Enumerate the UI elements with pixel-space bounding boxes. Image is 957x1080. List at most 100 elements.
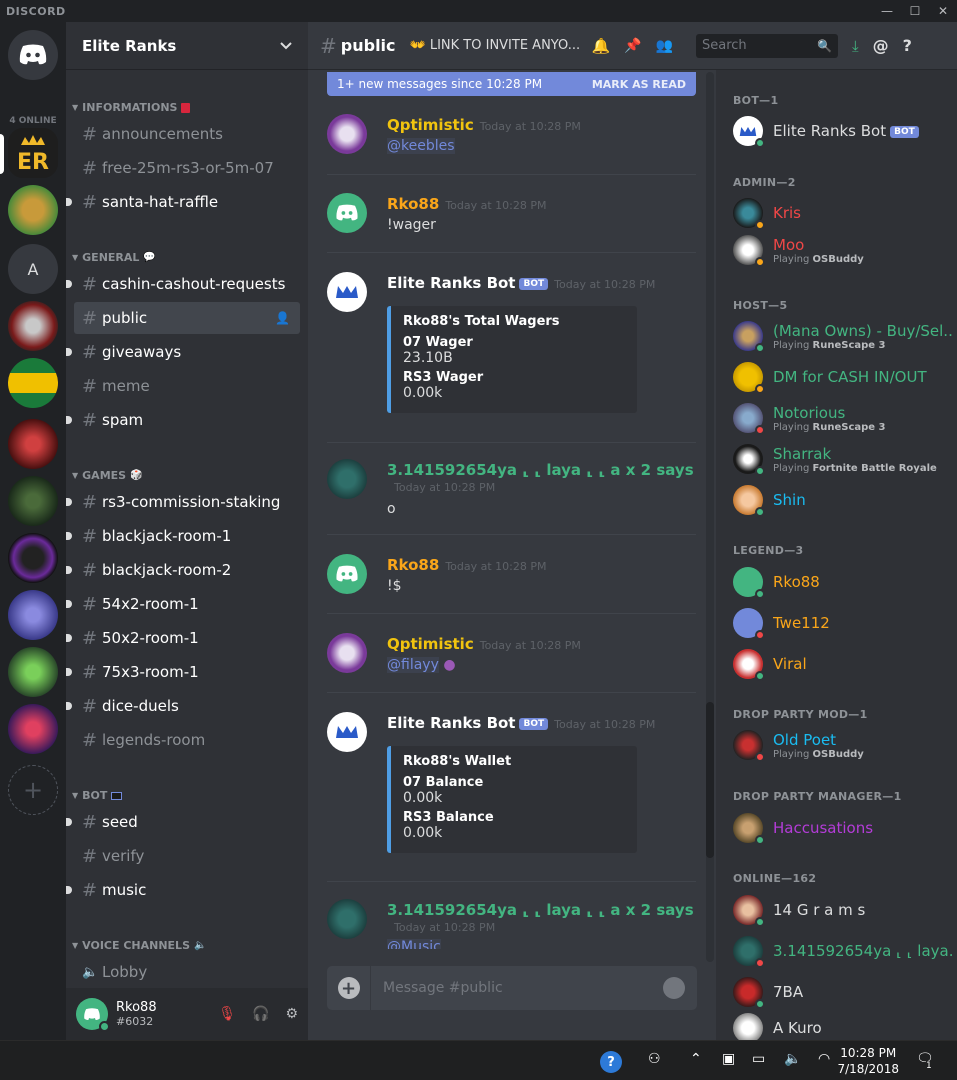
message-author[interactable]: Elite Ranks Bot BOT Today at 10:28 PM [387,714,655,732]
category-bot[interactable]: ▼ BOT [72,789,123,802]
member-pi[interactable]: 3.141592654ya ⸤ ⸤ laya... [733,933,953,969]
volume-icon[interactable]: 🔈 [784,1051,801,1067]
avatar[interactable] [327,114,367,154]
channel-meme[interactable]: # meme [74,370,300,402]
channel-spam[interactable]: # spam [66,404,300,436]
member-elite-ranks-bot[interactable]: Elite Ranks Bot BOT [733,113,953,149]
pin-icon[interactable]: 📌 [624,38,641,54]
voice-channel-lobby[interactable]: 🔈 Lobby [74,956,300,988]
server-wdr[interactable] [8,647,58,697]
people-icon[interactable]: ⚇ [648,1051,661,1067]
message-composer[interactable]: + Message #public [327,966,697,1010]
message-author[interactable]: Rko88 Today at 10:28 PM [387,195,547,213]
invite-icon[interactable]: 👤 [275,311,290,325]
member-sharrak[interactable]: Sharrak Playing Fortnite Battle Royale [733,441,953,477]
message-author[interactable]: 3.141592654ya ⸤ ⸤ laya ⸤ ⸤ a x 2 says [387,901,694,919]
member-shin[interactable]: Shin [733,482,953,518]
avatar[interactable] [327,459,367,499]
member-twe112[interactable]: Twe112 [733,605,953,641]
server-aus-unity[interactable] [8,358,58,408]
battery-icon[interactable]: ▭ [752,1051,765,1067]
server-elite-ranks[interactable]: ER [8,128,58,178]
minimize-button[interactable]: — [873,0,901,22]
channel-54x2[interactable]: #54x2-room-1 [66,588,300,620]
message-author[interactable]: Elite Ranks Bot BOT Today at 10:28 PM [387,274,655,292]
server-header[interactable]: Elite Ranks [66,22,308,70]
settings-gear-icon[interactable]: ⚙ [285,1006,298,1022]
member-a-kuro[interactable]: A Kuro [733,1010,953,1040]
emoji-button[interactable] [663,977,685,999]
server-map[interactable] [8,476,58,526]
avatar[interactable] [327,554,367,594]
channel-topic[interactable]: 👐 LINK TO INVITE ANYO... [410,38,580,53]
channel-75x3[interactable]: #75x3-room-1 [66,656,300,688]
channel-cashin-cashout[interactable]: # cashin-cashout-requests [66,268,300,300]
download-icon[interactable]: ⤓ [852,37,859,55]
avatar[interactable] [327,899,367,939]
avatar[interactable] [327,272,367,312]
members-icon[interactable]: 👥 [656,38,673,54]
message-author[interactable]: Qptimistic Today at 10:28 PM [387,116,581,134]
channel-blackjack-1[interactable]: # blackjack-room-1 [66,520,300,552]
channel-santa-hat-raffle[interactable]: # santa-hat-raffle [66,186,300,218]
chevron-up-icon[interactable]: ⌃ [690,1051,702,1067]
avatar[interactable] [327,712,367,752]
category-general[interactable]: ▼ GENERAL 💬 [72,251,156,264]
system-clock[interactable]: 10:28 PM 7/18/2018 [837,1045,899,1077]
channel-giveaways[interactable]: # giveaways [66,336,300,368]
avatar[interactable] [327,633,367,673]
search-input[interactable]: Search 🔍 [696,33,838,58]
channel-blackjack-2[interactable]: # blackjack-room-2 [66,554,300,586]
channel-legends-room[interactable]: # legends-room [74,724,300,756]
member-7ba[interactable]: 7BA [733,974,953,1010]
new-messages-banner[interactable]: 1+ new messages since 10:28 PM MARK AS R… [327,72,696,96]
server-ek[interactable] [8,301,58,351]
wifi-icon[interactable]: ◠ [818,1051,830,1067]
home-button[interactable] [8,30,58,80]
message-author[interactable]: 3.141592654ya ⸤ ⸤ laya ⸤ ⸤ a x 2 says [387,461,694,479]
upload-button[interactable]: + [327,966,371,1010]
help-tray-icon[interactable]: ? [600,1051,622,1073]
server-chest[interactable] [8,185,58,235]
close-button[interactable]: ✕ [929,0,957,22]
channel-public[interactable]: # public 👤 [74,302,300,334]
server-circle[interactable] [8,533,58,583]
message-author[interactable]: Rko88 Today at 10:28 PM [387,556,547,574]
add-server-button[interactable]: + [8,765,58,815]
server-wdr2[interactable] [8,704,58,754]
message-input[interactable]: Message #public [383,980,503,996]
message-author[interactable]: Qptimistic Today at 10:28 PM [387,635,581,653]
app-tray-icon[interactable]: ▣ [722,1051,735,1067]
category-games[interactable]: ▼ GAMES 🎲 [72,469,143,482]
member-dm-for-cash[interactable]: DM for CASH IN/OUT [733,359,953,395]
channel-music[interactable]: # music [66,874,300,906]
mark-as-read-button[interactable]: MARK AS READ [592,78,686,91]
bell-icon[interactable]: 🔔 [592,37,611,55]
maximize-button[interactable]: ☐ [901,0,929,22]
category-informations[interactable]: ▼ INFORMATIONS [72,101,191,114]
channel-free[interactable]: # free-25m-rs3-or-5m-07 [74,152,300,184]
headphones-icon[interactable]: 🎧 [252,1006,269,1022]
member-old-poet[interactable]: Old Poet Playing OSBuddy [733,727,953,763]
avatar[interactable] [76,998,110,1032]
scrollbar-thumb[interactable] [706,702,714,858]
member-rko88[interactable]: Rko88 [733,564,953,600]
member-14-grams[interactable]: 14 G r a m s [733,892,953,928]
member-kris[interactable]: Kris [733,195,953,231]
mentions-icon[interactable]: @ [873,36,889,55]
channel-seed[interactable]: # seed [66,806,300,838]
member-notorious[interactable]: Notorious Playing RuneScape 3 [733,400,953,436]
member-viral[interactable]: Viral [733,646,953,682]
channel-verify[interactable]: # verify [74,840,300,872]
server-a[interactable]: A [8,244,58,294]
member-moo[interactable]: Moo Playing OSBuddy [733,232,953,268]
server-royale-casino[interactable] [8,419,58,469]
category-voice[interactable]: ▼ VOICE CHANNELS 🔈 [72,939,206,952]
channel-announcements[interactable]: # announcements [74,118,300,150]
help-icon[interactable]: ? [903,36,912,55]
server-sythe[interactable] [8,590,58,640]
channel-dice-duels[interactable]: # dice-duels [66,690,300,722]
channel-50x2[interactable]: #50x2-room-1 [66,622,300,654]
member-mana-owns[interactable]: (Mana Owns) - Buy/Sel... Playing RuneScap… [733,318,953,354]
channel-rs3-commission[interactable]: # rs3-commission-staking [66,486,300,518]
